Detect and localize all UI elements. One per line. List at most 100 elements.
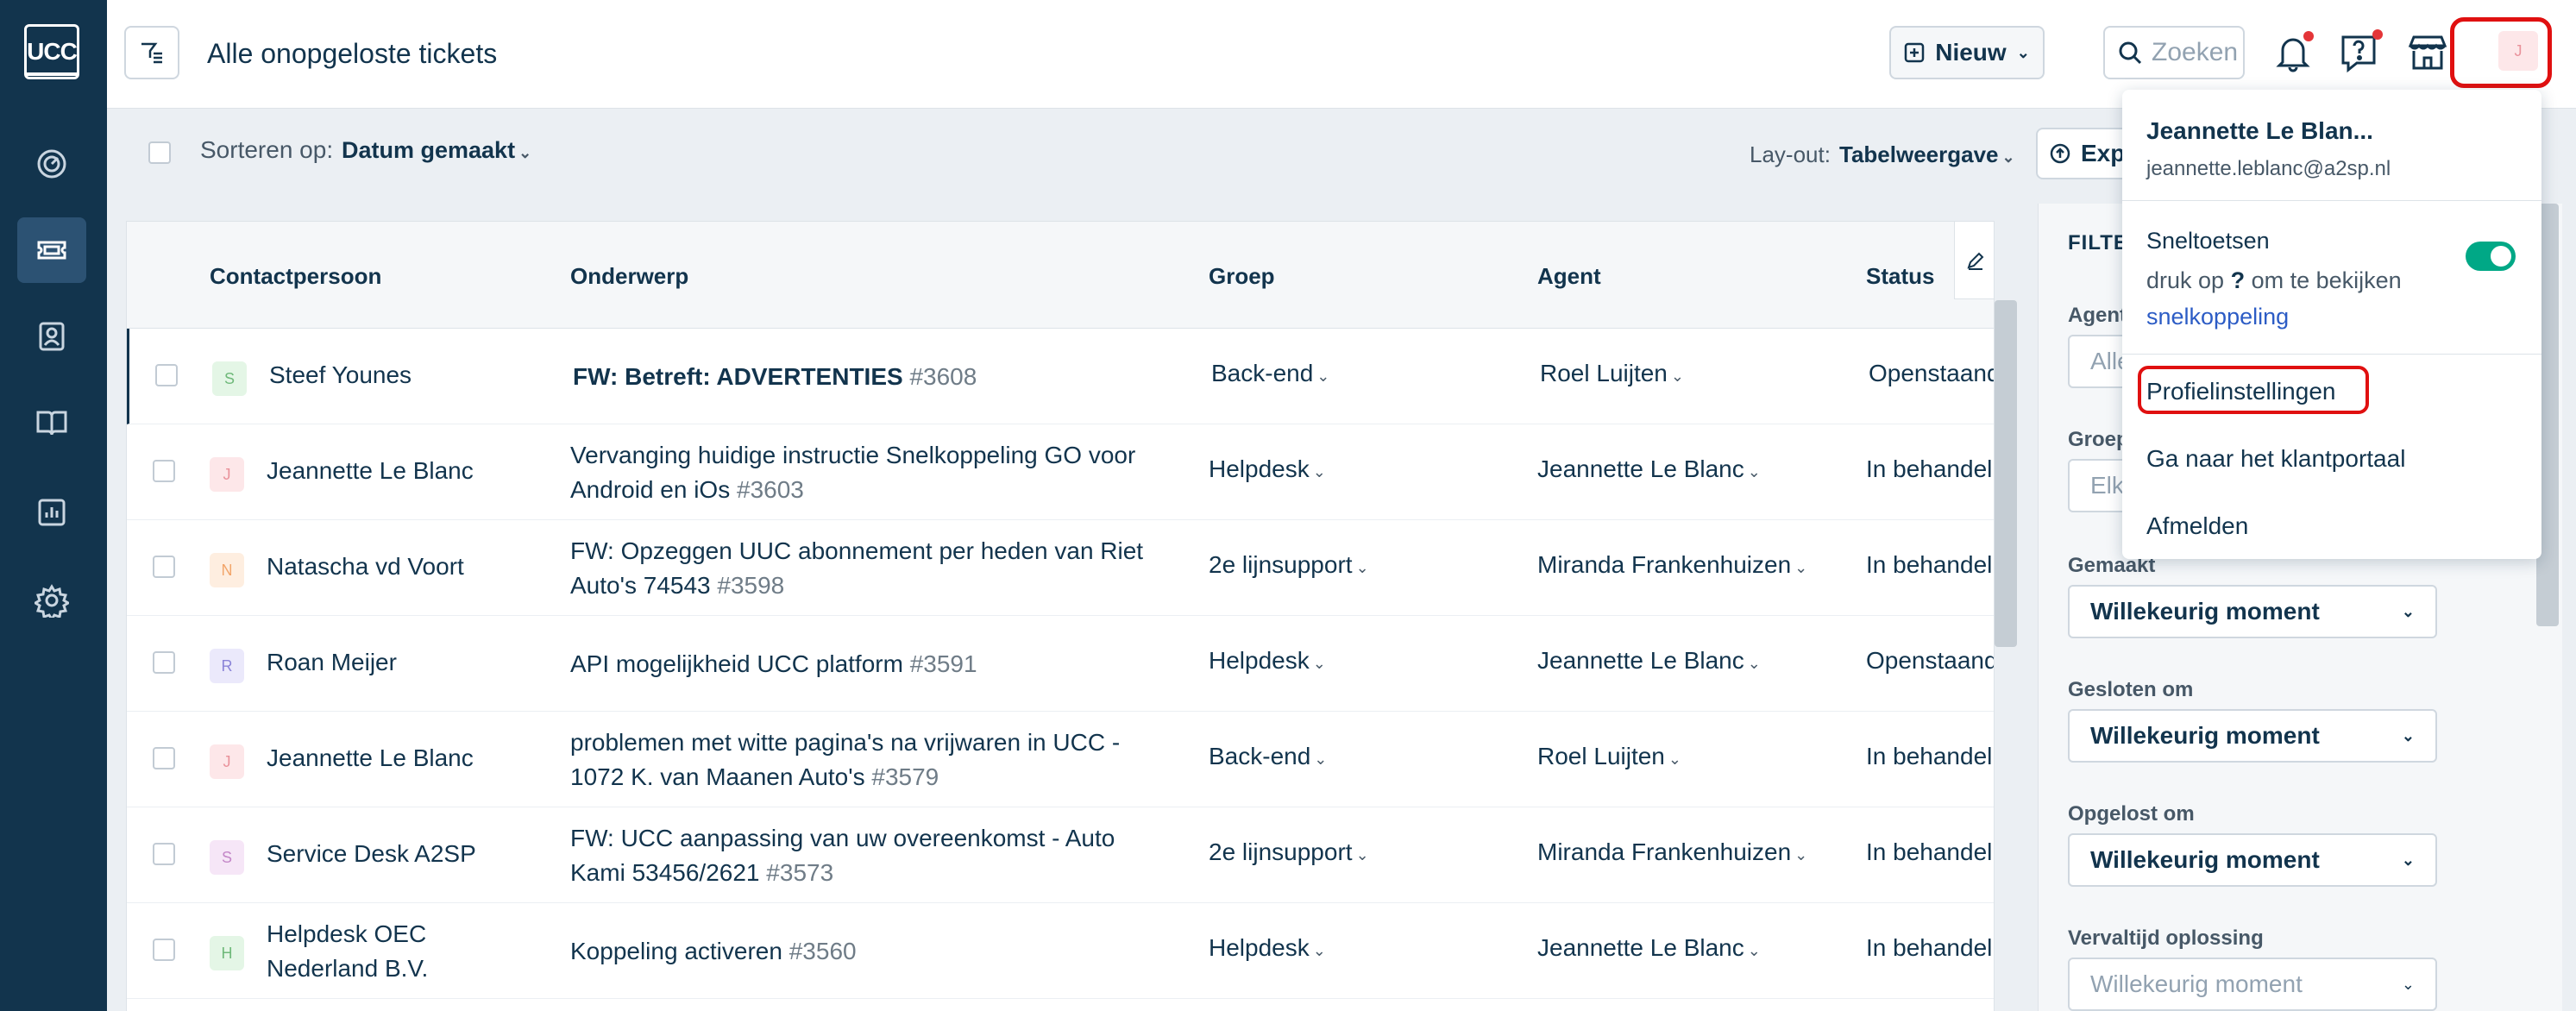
group-value: 2e lijnsupport <box>1209 551 1353 578</box>
table-row[interactable]: H Helpdesk OEC Nederland B.V. Koppeling … <box>127 903 1994 999</box>
settings-nav[interactable] <box>17 568 86 633</box>
notifications-button[interactable] <box>2267 26 2319 79</box>
new-button[interactable]: Nieuw ⌄ <box>1889 26 2045 79</box>
contact-name[interactable]: Jeannette Le Blanc <box>267 454 551 488</box>
dashboard-nav[interactable] <box>17 131 86 197</box>
sort-dropdown[interactable]: Datum gemaakt ⌄ <box>342 137 531 164</box>
table-row[interactable]: N Natascha vd Voort FW: Opzeggen UUC abo… <box>127 520 1994 616</box>
status-value[interactable]: In behandel <box>1866 455 1992 483</box>
table-row[interactable]: S Steef Younes FW: Betreft: ADVERTENTIES… <box>127 329 1994 424</box>
agent-dropdown[interactable]: Jeannette Le Blanc ⌄ <box>1537 455 1761 483</box>
row-checkbox[interactable] <box>155 364 178 386</box>
select-all-checkbox[interactable] <box>148 141 171 164</box>
status-value[interactable]: In behandel <box>1866 838 1992 866</box>
group-value: Helpdesk <box>1209 647 1310 674</box>
column-header-status[interactable]: Status <box>1866 263 1934 290</box>
group-dropdown[interactable]: Back-end ⌄ <box>1211 360 1329 387</box>
shortcuts-toggle[interactable] <box>2466 242 2516 271</box>
group-dropdown[interactable]: Helpdesk ⌄ <box>1209 455 1326 483</box>
column-header-group[interactable]: Groep <box>1209 263 1275 290</box>
reports-nav[interactable] <box>17 480 86 545</box>
row-checkbox[interactable] <box>153 651 175 674</box>
chevron-down-icon: ⌄ <box>2401 602 2415 620</box>
ticket-subject[interactable]: Vervanging huidige instructie Snelkoppel… <box>570 438 1157 507</box>
help-button[interactable] <box>2333 26 2384 79</box>
ticket-subject[interactable]: API mogelijkheid UCC platform #3591 <box>570 647 1157 681</box>
app-logo[interactable]: UCC <box>24 24 79 79</box>
contact-name[interactable]: Helpdesk OEC Nederland B.V. <box>267 917 474 986</box>
contact-name[interactable]: Natascha vd Voort <box>267 549 551 584</box>
avatar: H <box>210 936 244 970</box>
created-filter-select[interactable]: Willekeurig moment ⌄ <box>2068 585 2437 638</box>
ticket-subject[interactable]: FW: Betreft: ADVERTENTIES #3608 <box>573 360 1159 394</box>
new-button-label: Nieuw <box>1935 39 2007 66</box>
ticket-table: Contactpersoon Onderwerp Groep Agent Sta… <box>126 221 1995 1011</box>
row-checkbox[interactable] <box>153 843 175 865</box>
group-dropdown[interactable]: 2e lijnsupport ⌄ <box>1209 838 1369 866</box>
status-value[interactable]: In behandel <box>1866 551 1992 579</box>
agent-dropdown[interactable]: Roel Luijten ⌄ <box>1537 743 1681 770</box>
row-checkbox[interactable] <box>153 556 175 578</box>
contact-name[interactable]: Steef Younes <box>269 358 554 392</box>
tickets-nav[interactable] <box>17 217 86 283</box>
row-checkbox[interactable] <box>153 460 175 482</box>
marketplace-button[interactable] <box>2402 26 2453 79</box>
row-checkbox[interactable] <box>153 939 175 961</box>
contact-name[interactable]: Jeannette Le Blanc <box>267 741 551 776</box>
edit-columns-button[interactable] <box>1954 222 1994 299</box>
contacts-nav[interactable] <box>17 304 86 369</box>
agent-dropdown[interactable]: Jeannette Le Blanc ⌄ <box>1537 647 1761 675</box>
due-filter-value: Willekeurig moment <box>2090 970 2303 997</box>
table-row[interactable]: J Jeannette Le Blanc problemen met witte… <box>127 712 1994 807</box>
table-row[interactable]: R Roan Meijer API mogelijkheid UCC platf… <box>127 616 1994 712</box>
agent-dropdown[interactable]: Miranda Frankenhuizen ⌄ <box>1537 551 1807 579</box>
resolved-filter-value: Willekeurig moment <box>2090 846 2320 873</box>
group-filter-label: Groep <box>2068 428 2129 451</box>
status-value[interactable]: Openstaand <box>1869 360 1994 387</box>
chevron-down-icon: ⌄ <box>1314 750 1328 768</box>
group-value: 2e lijnsupport <box>1209 838 1353 865</box>
table-row[interactable]: J Jeannette Le Blanc Vervanging huidige … <box>127 424 1994 520</box>
customer-portal-menu-item[interactable]: Ga naar het klantportaal <box>2146 445 2405 473</box>
gear-icon <box>35 584 69 618</box>
contact-name[interactable]: Roan Meijer <box>267 645 551 680</box>
ticket-subject[interactable]: FW: UCC aanpassing van uw overeenkomst -… <box>570 821 1157 890</box>
subject-text: API mogelijkheid UCC platform <box>570 650 903 677</box>
group-dropdown[interactable]: Helpdesk ⌄ <box>1209 647 1326 675</box>
filter-toggle-button[interactable] <box>124 26 179 79</box>
sort-label: Sorteren op: <box>200 136 334 163</box>
resolved-filter-select[interactable]: Willekeurig moment ⌄ <box>2068 833 2437 887</box>
avatar: N <box>210 553 244 587</box>
ticket-subject[interactable]: FW: Opzeggen UUC abonnement per heden va… <box>570 534 1157 603</box>
shortcuts-title: Sneltoetsen <box>2146 228 2270 254</box>
due-filter-select[interactable]: Willekeurig moment ⌄ <box>2068 958 2437 1011</box>
knowledge-base-nav[interactable] <box>17 390 86 455</box>
search-input[interactable]: Zoeken <box>2103 26 2245 79</box>
layout-dropdown[interactable]: Tabelweergave ⌄ <box>1839 141 2015 168</box>
ticket-subject[interactable]: problemen met witte pagina's na vrijware… <box>570 725 1157 794</box>
status-value[interactable]: Openstaand <box>1866 647 1994 675</box>
group-dropdown[interactable]: 2e lijnsupport ⌄ <box>1209 551 1369 579</box>
ticket-subject[interactable]: Koppeling activeren #3560 <box>570 934 1157 969</box>
table-row[interactable]: S Service Desk A2SP FW: UCC aanpassing v… <box>127 807 1994 903</box>
column-header-agent[interactable]: Agent <box>1537 263 1601 290</box>
group-dropdown[interactable]: Helpdesk ⌄ <box>1209 934 1326 962</box>
agent-dropdown[interactable]: Roel Luijten ⌄ <box>1540 360 1684 387</box>
ticket-number: #3579 <box>871 763 939 790</box>
shortcuts-link[interactable]: snelkoppeling <box>2146 304 2289 330</box>
logout-menu-item[interactable]: Afmelden <box>2146 512 2248 540</box>
column-header-subject[interactable]: Onderwerp <box>570 263 688 290</box>
status-value[interactable]: In behandel <box>1866 743 1992 770</box>
group-dropdown[interactable]: Back-end ⌄ <box>1209 743 1327 770</box>
closed-filter-select[interactable]: Willekeurig moment ⌄ <box>2068 709 2437 763</box>
contact-name[interactable]: Service Desk A2SP <box>267 837 551 871</box>
table-scrollbar[interactable] <box>1995 300 2017 647</box>
column-header-contact[interactable]: Contactpersoon <box>210 263 381 290</box>
agent-dropdown[interactable]: Jeannette Le Blanc ⌄ <box>1537 934 1761 962</box>
store-icon <box>2408 35 2447 70</box>
layout-value: Tabelweergave <box>1839 141 1999 167</box>
filter-icon <box>141 42 162 64</box>
row-checkbox[interactable] <box>153 747 175 769</box>
agent-dropdown[interactable]: Miranda Frankenhuizen ⌄ <box>1537 838 1807 866</box>
status-value[interactable]: In behandel <box>1866 934 1992 962</box>
